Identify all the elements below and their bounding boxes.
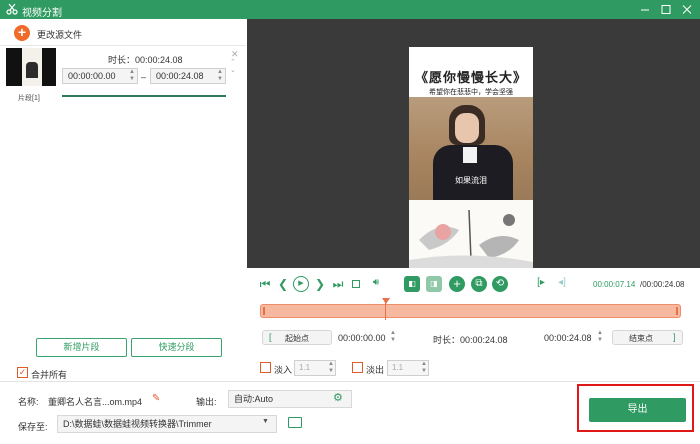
copy-icon[interactable]: ⧉ [471, 276, 487, 292]
timeline-left-handle[interactable] [263, 307, 265, 315]
fade-out-label: 淡出 [366, 365, 385, 375]
merge-all-label: 合并所有 [31, 370, 68, 380]
fade-in-checkbox[interactable] [260, 362, 271, 373]
add-file-icon[interactable]: + [14, 25, 30, 41]
range-start-stepper[interactable]: ▲ ▼ [389, 330, 397, 344]
save-path-select[interactable]: D:\数据蛙\数据蛙视频转换器\Trimmer [57, 415, 277, 433]
timeline-track[interactable] [260, 304, 681, 318]
name-label: 名称: [18, 397, 39, 407]
range-dash: – [141, 72, 147, 82]
merge-icon[interactable]: ◨ [426, 276, 442, 292]
video-frame: 《愿你慢慢长大》 希望你在悲悲中，学会坚强 如果流泪 [409, 47, 533, 269]
play-button[interactable]: ▶ [293, 276, 309, 292]
end-point-button[interactable]: 结束点 [629, 333, 653, 344]
prev-frame-icon[interactable]: ❮ [276, 277, 290, 291]
current-time: 00:00:07.14 [593, 280, 636, 289]
segment-duration: 时长：00:00:24.08 [108, 55, 183, 65]
next-frame-icon[interactable]: ❯ [313, 277, 327, 291]
reset-icon[interactable]: ⟲ [492, 276, 508, 292]
chevron-down-icon[interactable]: ▼ [262, 418, 269, 425]
range-duration: 时长：00:00:24.08 [433, 335, 508, 345]
skip-end-icon[interactable]: ⏭ [331, 277, 345, 292]
edit-name-icon[interactable]: ✎ [152, 393, 160, 404]
video-caption: 如果流泪 [455, 176, 487, 185]
stop-icon[interactable] [352, 280, 360, 288]
app-logo-icon [6, 3, 18, 15]
maximize-icon [661, 5, 671, 14]
start-point-button[interactable]: 起始点 [285, 333, 309, 344]
quick-split-button[interactable]: 快速分段 [131, 338, 222, 357]
folder-icon[interactable] [288, 417, 302, 428]
video-photo: 如果流泪 [409, 97, 533, 200]
window-title: 视频分割 [22, 8, 62, 19]
fade-in-label: 淡入 [274, 365, 293, 375]
video-overlay-subtitle: 希望你在悲悲中，学会坚强 [429, 89, 513, 96]
segment-end-input[interactable]: 00:00:24.08 [150, 68, 226, 84]
video-ink-painting [409, 200, 533, 269]
split-icon[interactable]: ◧ [404, 276, 420, 292]
start-point-pill[interactable]: [ 起始点 [262, 330, 332, 345]
range-end-time[interactable]: 00:00:24.08 [544, 333, 592, 343]
minimize-button[interactable] [638, 3, 652, 16]
export-button[interactable]: 导出 [589, 398, 686, 422]
range-start-time[interactable]: 00:00:00.00 [338, 333, 386, 343]
video-overlay-title: 《愿你慢慢长大》 [414, 71, 527, 86]
merge-all-checkbox[interactable]: ✓ [17, 367, 28, 378]
total-time: /00:00:24.08 [640, 280, 685, 289]
segment-progress-line [62, 95, 226, 97]
output-label: 输出: [196, 397, 217, 407]
close-button[interactable] [680, 3, 694, 16]
fade-out-stepper[interactable]: ▲ ▼ [420, 361, 428, 375]
segment-start-stepper[interactable]: ▲ ▼ [128, 69, 136, 83]
segment-start-input[interactable]: 00:00:00.00 [62, 68, 138, 84]
segment-end-stepper[interactable]: ▲ ▼ [216, 69, 224, 83]
volume-icon[interactable]: 🔊︎ [369, 277, 383, 288]
add-icon[interactable]: + [449, 276, 465, 292]
segment-label: 片段[1] [18, 95, 40, 102]
save-to-label: 保存至: [18, 422, 48, 432]
ink-painting-image [409, 209, 533, 269]
minimize-icon [641, 9, 649, 11]
end-point-pill[interactable]: 结束点 ] [612, 330, 683, 345]
fade-in-stepper[interactable]: ▲ ▼ [327, 361, 335, 375]
name-value: 董卿名人名言...om.mp4 [48, 397, 143, 407]
settings-gear-icon[interactable]: ⚙ [333, 391, 343, 404]
fade-out-checkbox[interactable] [352, 362, 363, 373]
add-segment-button[interactable]: 新增片段 [36, 338, 127, 357]
skip-start-icon[interactable]: ⏮ [258, 277, 272, 292]
mark-out-icon[interactable]: ◂] [554, 277, 570, 288]
close-icon [682, 5, 692, 14]
change-source-button[interactable]: 更改源文件 [37, 28, 82, 41]
segment-reorder-icon[interactable]: ⌃ ⌄ [230, 59, 236, 75]
mark-in-icon[interactable]: [▸ [533, 277, 549, 288]
maximize-button[interactable] [659, 3, 673, 16]
segment-thumbnail[interactable] [6, 48, 56, 86]
timeline-right-handle[interactable] [676, 307, 678, 315]
range-end-stepper[interactable]: ▲ ▼ [596, 330, 604, 344]
title-bar: 视频分割 [0, 0, 700, 19]
